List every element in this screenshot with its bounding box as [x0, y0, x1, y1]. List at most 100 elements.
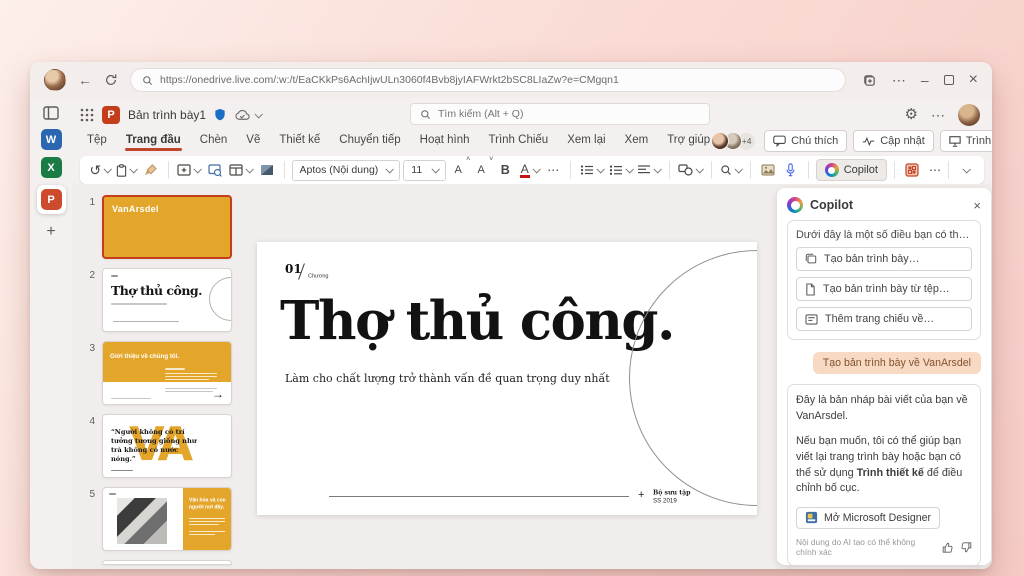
copilot-panel: Copilot × Dưới đây là một số điều bạn có…	[777, 188, 991, 565]
browser-profile-avatar[interactable]	[44, 69, 66, 91]
current-slide[interactable]: 01 Chương Thợ thủ công. Làm cho chất lượ…	[257, 242, 757, 515]
tab-insert[interactable]: Chèn	[199, 130, 229, 152]
present-button[interactable]: Trình bày	[940, 130, 992, 152]
thumbs-up-icon[interactable]	[942, 542, 953, 553]
slide-title[interactable]: Thợ thủ công.	[280, 290, 674, 352]
new-slide-button[interactable]	[176, 159, 202, 181]
collaborator-avatars[interactable]: +4	[711, 132, 755, 150]
open-designer-button[interactable]: Mở Microsoft Designer	[796, 507, 940, 529]
tab-file[interactable]: Tệp	[86, 130, 108, 152]
slide-thumbnail-4[interactable]: VA “Người không có trí tưởng tượng giống…	[102, 414, 232, 478]
bullets-dropdown-icon[interactable]	[596, 165, 604, 173]
word-icon[interactable]: W	[41, 129, 62, 150]
font-size-select[interactable]: 11	[403, 160, 446, 181]
suggestion-create-from-file[interactable]: Tạo bản trình bày từ tệp…	[796, 277, 972, 301]
slide-thumbnail-5[interactable]: Văn hóa và con người nơi đây.	[102, 487, 232, 551]
slide-thumbnail-1[interactable]: VanArsdel	[102, 195, 232, 259]
numbering-button[interactable]	[607, 159, 633, 181]
collections-icon[interactable]	[862, 73, 877, 88]
paste-dropdown-icon[interactable]	[130, 165, 138, 173]
insert-picture-button[interactable]	[758, 159, 778, 181]
tab-draw[interactable]: Vẽ	[245, 130, 261, 152]
shrink-font-button[interactable]: A˅	[472, 159, 492, 181]
circle-shape[interactable]	[629, 250, 757, 506]
tab-review[interactable]: Xem lại	[566, 130, 606, 152]
address-bar[interactable]: https://onedrive.live.com/:w:/t/EaCKkPs6…	[130, 68, 846, 92]
tab-home[interactable]: Trang đầu	[125, 130, 182, 152]
reuse-slides-button[interactable]	[205, 159, 225, 181]
header-more-icon[interactable]: ⋯	[931, 108, 945, 122]
copilot-button[interactable]: Copilot	[816, 159, 887, 181]
tab-design[interactable]: Thiết kế	[278, 130, 321, 152]
font-color-dropdown-icon[interactable]	[532, 165, 540, 173]
search-input[interactable]	[438, 108, 700, 120]
undo-button[interactable]: ↺	[88, 159, 112, 181]
browser-more-icon[interactable]: ⋯	[892, 73, 906, 87]
bullets-button[interactable]	[578, 159, 604, 181]
paste-button[interactable]	[115, 159, 138, 181]
suggestion-add-slide[interactable]: Thêm trang chiếu về…	[796, 307, 972, 331]
shapes-dropdown-icon[interactable]	[696, 165, 704, 173]
tab-view[interactable]: Xem	[624, 130, 650, 152]
layout-dropdown-icon[interactable]	[246, 165, 254, 173]
minimize-button[interactable]: –	[921, 73, 929, 87]
chapter-block[interactable]: 01 Chương	[285, 260, 302, 278]
comments-button[interactable]: Chú thích	[764, 130, 847, 152]
suggestion-label: Thêm trang chiếu về…	[825, 313, 934, 325]
layout-button[interactable]	[228, 159, 254, 181]
sidebar-panel-icon[interactable]	[42, 104, 60, 122]
align-button[interactable]	[636, 159, 662, 181]
designer-button[interactable]	[902, 159, 922, 181]
slide-thumbnail-3[interactable]: Giới thiệu về chúng tôi. →	[102, 341, 232, 405]
settings-gear-icon[interactable]: ⚙	[905, 107, 918, 122]
user-avatar[interactable]	[958, 104, 980, 126]
find-dropdown-icon[interactable]	[735, 165, 743, 173]
shapes-button[interactable]	[677, 159, 704, 181]
powerpoint-logo[interactable]: P	[102, 106, 120, 124]
designer-app-icon	[805, 511, 818, 524]
add-app-button[interactable]: +	[46, 223, 55, 241]
tab-help[interactable]: Trợ giúp	[666, 130, 711, 152]
font-name-select[interactable]: Aptos (Nội dung)	[292, 160, 401, 181]
search-box[interactable]	[410, 103, 710, 125]
tab-slideshow[interactable]: Trình Chiếu	[488, 130, 550, 152]
find-button[interactable]	[719, 159, 743, 181]
grow-font-button[interactable]: A˄	[449, 159, 469, 181]
catch-up-button[interactable]: Cập nhật	[853, 130, 934, 152]
new-slide-dropdown-icon[interactable]	[194, 165, 202, 173]
header-right: ⚙ ⋯	[905, 104, 980, 126]
catch-up-label: Cập nhật	[880, 135, 925, 147]
slide-thumbnail-2[interactable]: Thợ thủ công.	[102, 268, 232, 332]
tab-transitions[interactable]: Chuyển tiếp	[338, 130, 401, 152]
collapse-ribbon-button[interactable]	[956, 159, 976, 181]
font-color-button[interactable]: A	[518, 159, 540, 181]
thumbs-down-icon[interactable]	[961, 542, 972, 553]
maximize-button[interactable]	[944, 75, 954, 85]
refresh-icon[interactable]	[104, 73, 118, 87]
designer-contrast-button[interactable]	[257, 159, 277, 181]
powerpoint-rail-item[interactable]: P	[37, 185, 66, 214]
numbering-dropdown-icon[interactable]	[625, 165, 633, 173]
tab-animations[interactable]: Hoạt hình	[419, 130, 471, 152]
align-dropdown-icon[interactable]	[654, 165, 662, 173]
toolbar-more-button[interactable]: ⋯	[925, 159, 945, 181]
back-icon[interactable]: ←	[78, 73, 92, 87]
document-title[interactable]: Bản trình bày1	[128, 108, 206, 122]
copilot-prompt-box[interactable]: 0/2000	[787, 566, 981, 569]
copilot-header: Copilot ×	[787, 197, 981, 220]
dictate-button[interactable]	[781, 159, 801, 181]
waffle-menu-icon[interactable]	[80, 108, 94, 122]
close-button[interactable]: ×	[969, 72, 978, 88]
undo-dropdown-icon[interactable]	[104, 165, 112, 173]
bold-button[interactable]: B	[495, 159, 515, 181]
format-painter-button[interactable]	[141, 159, 161, 181]
font-more-button[interactable]: ⋯	[543, 159, 563, 181]
slide-footer-text: Bộ sưu tập SS 2019	[653, 489, 690, 505]
save-status-icon[interactable]	[234, 109, 261, 121]
excel-icon[interactable]: X	[41, 157, 62, 178]
suggestion-create-presentation[interactable]: Tạo bản trình bày…	[796, 247, 972, 271]
copilot-close-icon[interactable]: ×	[973, 198, 981, 213]
slide-subtitle[interactable]: Làm cho chất lượng trở thành vấn đề quan…	[285, 372, 610, 385]
slide-thumbnail-6-partial[interactable]	[102, 560, 232, 565]
app-header: P Bản trình bày1	[72, 98, 992, 128]
